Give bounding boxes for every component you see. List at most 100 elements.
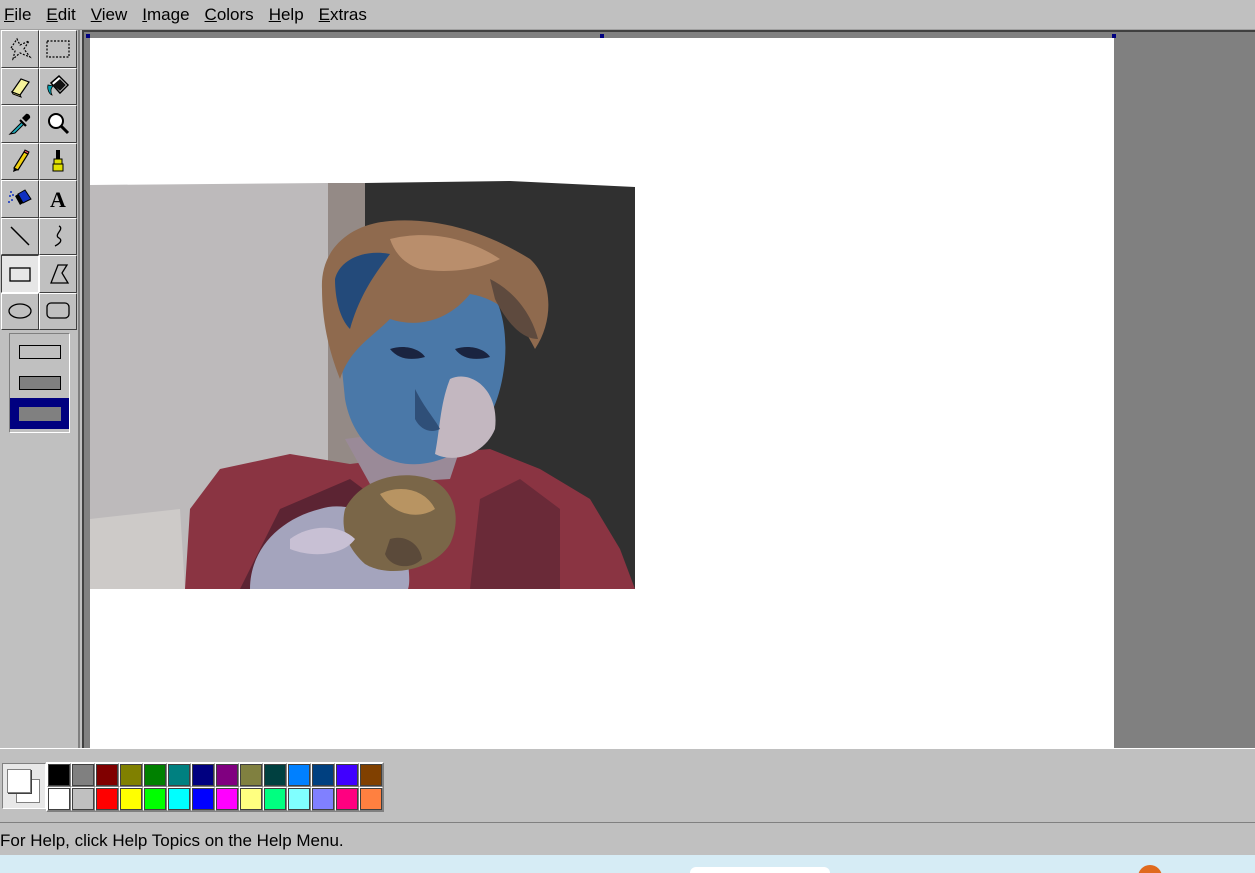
swatch-fill [168,788,190,810]
color-swatch[interactable] [287,763,311,787]
tool-rect-select[interactable] [39,30,77,68]
color-swatch[interactable] [287,787,311,811]
swatch-fill [216,788,238,810]
color-swatch[interactable] [335,787,359,811]
menu-label: olors [216,4,254,24]
tool-ellipse[interactable] [1,292,39,330]
color-swatches [46,762,384,812]
swatch-fill [264,788,286,810]
color-swatch[interactable] [191,763,215,787]
tool-text[interactable]: A [39,180,77,218]
color-swatch[interactable] [359,787,383,811]
resize-handle[interactable] [600,34,604,38]
current-colors[interactable] [2,763,46,809]
swatch-fill [48,788,70,810]
menu-extras[interactable]: Extras [319,0,367,30]
color-swatch[interactable] [263,787,287,811]
color-swatch[interactable] [143,787,167,811]
paint-bucket-icon [47,75,70,96]
color-swatch[interactable] [47,787,71,811]
tool-pencil[interactable] [1,142,39,180]
color-swatch[interactable] [263,763,287,787]
status-bar: For Help, click Help Topics on the Help … [0,822,1255,855]
color-swatch[interactable] [311,763,335,787]
menu-image[interactable]: Image [142,0,189,30]
airbrush-icon [8,189,32,205]
color-swatch[interactable] [95,763,119,787]
eraser-icon [10,78,30,99]
color-swatch[interactable] [47,763,71,787]
swatch-fill [360,788,382,810]
swatch-fill [192,788,214,810]
menu-edit[interactable]: Edit [46,0,75,30]
rounded-rectangle-icon [46,302,70,319]
tool-rectangle[interactable] [1,255,39,293]
resize-handle[interactable] [86,34,90,38]
menu-mnemonic: F [4,4,15,24]
color-swatch[interactable] [359,763,383,787]
tool-magnifier[interactable] [39,105,77,143]
fill-option-outline[interactable] [10,336,69,367]
menu-colors[interactable]: Colors [205,0,254,30]
swatch-fill [360,764,382,786]
ellipse-icon [8,303,32,319]
swatch-fill [168,764,190,786]
color-swatch[interactable] [143,763,167,787]
swatch-fill [96,788,118,810]
rectangle-icon [9,267,31,282]
swatch-fill [288,788,310,810]
pencil-icon [13,149,30,173]
swatch-fill [240,764,262,786]
color-swatch[interactable] [119,787,143,811]
taskbar-search[interactable] [690,867,830,873]
swatch-fill [192,764,214,786]
menu-label: mage [147,4,190,24]
color-swatch[interactable] [167,763,191,787]
tool-free-form-select[interactable] [1,30,39,68]
fill-option-fill-only[interactable] [10,398,69,429]
color-swatch[interactable] [335,763,359,787]
tool-rounded-rectangle[interactable] [39,292,77,330]
status-text: For Help, click Help Topics on the Help … [0,831,344,850]
color-swatch[interactable] [71,787,95,811]
fill-style-options [9,333,70,433]
menu-label: dit [57,4,76,24]
tool-line[interactable] [1,217,39,255]
tool-airbrush[interactable] [1,180,39,218]
taskbar [0,855,1255,873]
tool-polygon[interactable] [39,255,77,293]
menu-label: xtras [330,4,367,24]
foreground-color[interactable] [7,769,31,793]
fill-option-outline-fill[interactable] [10,367,69,398]
menu-view[interactable]: View [91,0,128,30]
tool-pick-color[interactable] [1,105,39,143]
swatch-fill [96,764,118,786]
swatch-fill [312,764,334,786]
color-swatch[interactable] [311,787,335,811]
color-swatch[interactable] [71,763,95,787]
tool-eraser[interactable] [1,67,39,105]
tool-fill[interactable] [39,67,77,105]
swatch-fill [48,764,70,786]
swatch-fill [144,788,166,810]
color-swatch[interactable] [191,787,215,811]
color-swatch[interactable] [95,787,119,811]
resize-handle[interactable] [1112,34,1116,38]
canvas-workspace[interactable] [82,30,1255,748]
tool-curve[interactable] [39,217,77,255]
color-swatch[interactable] [167,787,191,811]
tool-grid: A [1,30,77,330]
color-swatch[interactable] [239,787,263,811]
eyedropper-icon [8,113,31,135]
tool-brush[interactable] [39,142,77,180]
taskbar-app-icon[interactable] [1138,865,1162,873]
swatch-fill [312,788,334,810]
color-swatch[interactable] [119,763,143,787]
menu-file[interactable]: File [4,0,31,30]
color-swatch[interactable] [239,763,263,787]
menu-help[interactable]: Help [269,0,304,30]
color-swatch[interactable] [215,763,239,787]
swatch-fill [336,764,358,786]
color-swatch[interactable] [215,787,239,811]
drawing-canvas[interactable] [86,34,1116,748]
